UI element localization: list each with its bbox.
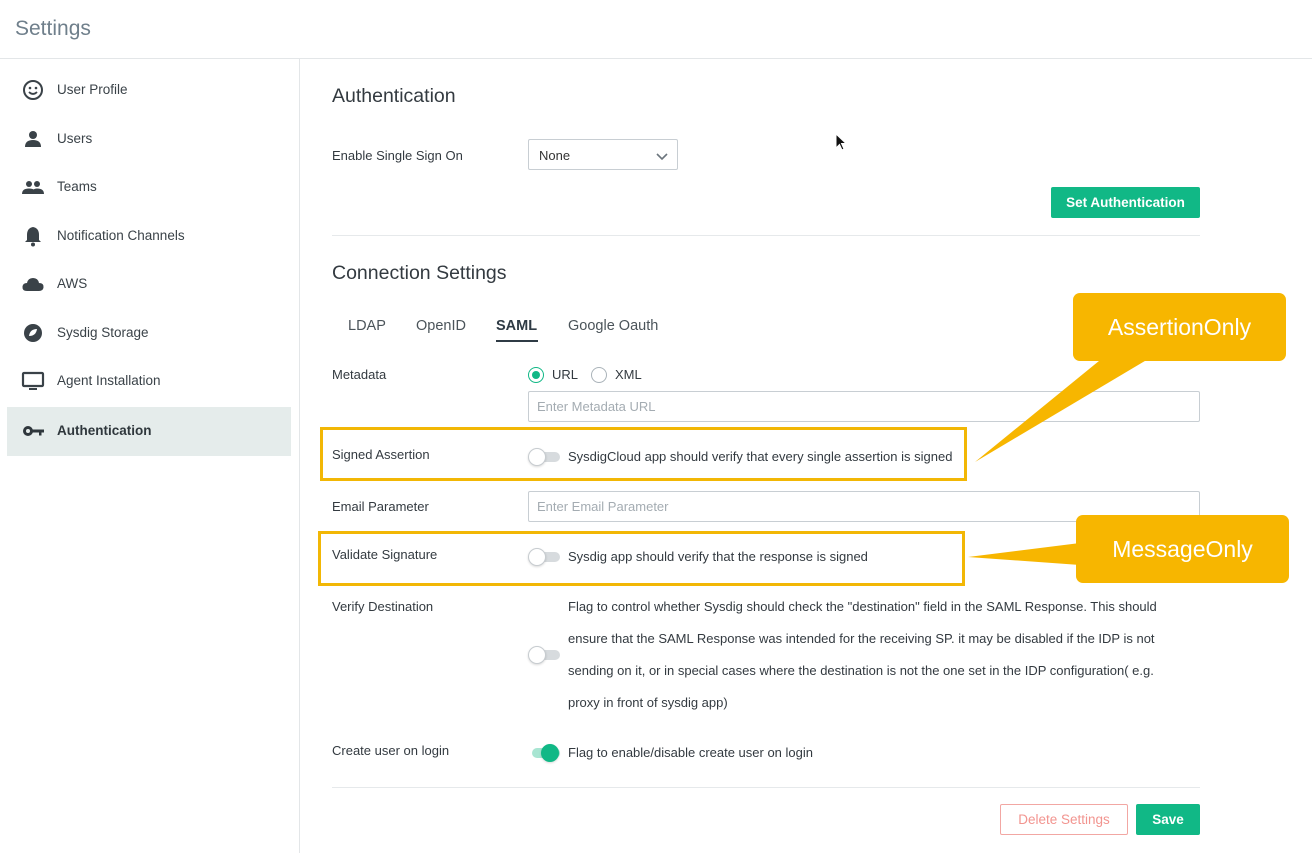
metadata-url-label: URL <box>552 367 579 382</box>
smiley-face-icon <box>21 78 45 102</box>
sidebar-item-label: Users <box>57 131 93 146</box>
sidebar-item-agent-installation[interactable]: Agent Installation <box>7 357 291 406</box>
active-tab-indicator <box>496 340 538 342</box>
email-parameter-label: Email Parameter <box>332 499 429 514</box>
assertion-only-callout: AssertionOnly <box>1073 293 1286 361</box>
verify-destination-label: Verify Destination <box>332 599 434 614</box>
tab-google-oauth[interactable]: Google Oauth <box>568 318 658 334</box>
delete-settings-button[interactable]: Delete Settings <box>1000 804 1128 835</box>
sidebar-item-label: AWS <box>57 276 88 291</box>
metadata-xml-label: XML <box>615 367 642 382</box>
verify-destination-description-line: proxy in front of sysdig app) <box>568 695 728 710</box>
metadata-url-radio[interactable] <box>528 367 544 383</box>
verify-destination-description-line: sending on it, or in special cases where… <box>568 663 1154 678</box>
sidebar-item-users[interactable]: Users <box>7 115 291 164</box>
authentication-heading: Authentication <box>332 85 456 107</box>
verify-destination-description-line: ensure that the SAML Response was intend… <box>568 631 1155 646</box>
create-user-toggle[interactable] <box>528 743 561 763</box>
team-icon <box>21 175 45 199</box>
page-title: Settings <box>15 17 91 40</box>
validate-signature-highlight <box>318 531 965 586</box>
create-user-label: Create user on login <box>332 743 450 758</box>
chevron-down-icon <box>655 149 669 163</box>
divider <box>332 787 1200 788</box>
sidebar-item-label: Authentication <box>57 423 152 438</box>
sidebar-item-label: Teams <box>57 179 97 194</box>
sidebar-item-label: Agent Installation <box>57 373 161 388</box>
sidebar-item-notification-channels[interactable]: Notification Channels <box>7 212 291 261</box>
monitor-icon <box>21 369 45 393</box>
sidebar-item-label: Sysdig Storage <box>57 325 149 340</box>
verify-destination-toggle[interactable] <box>528 645 561 665</box>
user-icon <box>21 127 45 151</box>
metadata-label: Metadata <box>332 367 387 382</box>
tab-ldap[interactable]: LDAP <box>348 318 386 334</box>
sso-label: Enable Single Sign On <box>332 148 463 163</box>
metadata-xml-radio[interactable] <box>591 367 607 383</box>
storage-icon <box>21 321 45 345</box>
key-icon <box>21 419 45 443</box>
signed-assertion-highlight <box>320 427 967 481</box>
tab-openid[interactable]: OpenID <box>416 318 466 334</box>
verify-destination-description-line: Flag to control whether Sysdig should ch… <box>568 599 1157 614</box>
mouse-cursor-icon <box>835 133 848 151</box>
sso-select[interactable]: None <box>528 139 678 170</box>
connection-settings-heading: Connection Settings <box>332 262 507 284</box>
sidebar-item-user-profile[interactable]: User Profile <box>7 66 291 115</box>
sidebar-item-sysdig-storage[interactable]: Sysdig Storage <box>7 309 291 358</box>
set-authentication-button[interactable]: Set Authentication <box>1051 187 1200 218</box>
cloud-icon <box>21 272 45 296</box>
message-only-callout: MessageOnly <box>1076 515 1289 583</box>
metadata-url-input[interactable] <box>528 391 1200 422</box>
tab-saml[interactable]: SAML <box>496 318 537 334</box>
sidebar-item-teams[interactable]: Teams <box>7 163 291 212</box>
save-button[interactable]: Save <box>1136 804 1200 835</box>
top-bar: Settings <box>0 0 1312 59</box>
divider <box>332 235 1200 236</box>
sidebar: User Profile Users Teams Notification Ch… <box>0 59 300 853</box>
sso-select-value: None <box>539 148 571 163</box>
sidebar-item-label: Notification Channels <box>57 228 185 243</box>
sidebar-item-aws[interactable]: AWS <box>7 260 291 309</box>
sidebar-item-label: User Profile <box>57 82 128 97</box>
sidebar-item-authentication[interactable]: Authentication <box>7 407 291 456</box>
bell-icon <box>21 224 45 248</box>
create-user-description: Flag to enable/disable create user on lo… <box>568 745 813 760</box>
